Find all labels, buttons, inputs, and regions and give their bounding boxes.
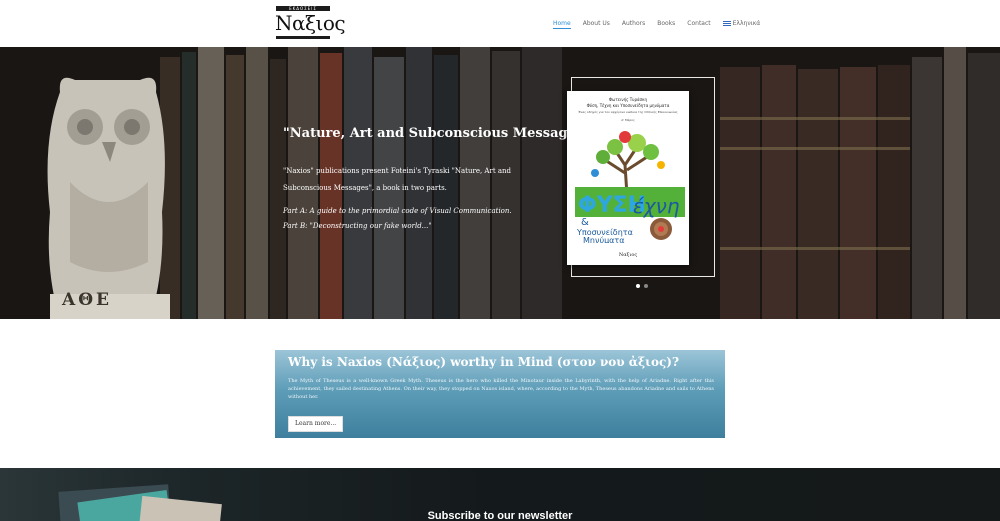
newsletter-section: Subscribe to our newsletter	[0, 468, 1000, 521]
book-cover-image[interactable]: Φωτεινής Τυράσκη Φύση, Τέχνη και Υποσυνε…	[567, 91, 689, 265]
cover-publisher: Ναξιος	[618, 252, 638, 258]
nav-authors[interactable]: Authors	[622, 19, 645, 29]
cover-word-minymata: Μηνύματα	[583, 235, 625, 243]
slider-dots	[636, 284, 648, 288]
hero-description: "Naxios" publications present Foteini's …	[283, 167, 512, 192]
slider-dot-1[interactable]	[636, 284, 640, 288]
nav-books[interactable]: Books	[657, 19, 675, 29]
cover-art: ΦΥΣΗ έχνη & Υποσυνείδητα Μηνύματα	[575, 125, 685, 243]
hero-slider: ΑΘΕ "Nature, Art and Subconscious Messag…	[0, 47, 1000, 319]
learn-more-button[interactable]: Learn more...	[288, 416, 344, 432]
nav-language-label: Ελληνικά	[732, 20, 761, 27]
greek-flag-icon	[722, 21, 731, 26]
hero-part-b: Part B: "Deconstructing our fake world..…	[283, 222, 432, 230]
nav-about-us[interactable]: About Us	[583, 19, 610, 29]
naxios-logo[interactable]: ΕΚΔΟΣΕΙΣ Ναξιος	[275, 6, 346, 40]
cover-subtitle: Ένας οδηγός για τον αρχέγονο κώδικα της …	[578, 110, 678, 114]
why-naxios-section: Why is Naxios (Νάξιος) worthy in Mind (σ…	[275, 350, 725, 438]
nav-language-greek[interactable]: Ελληνικά	[722, 19, 761, 29]
cover-word-techni: έχνη	[633, 194, 680, 218]
hero-parts: Part A: A guide to the primordial code o…	[283, 204, 543, 234]
hero-title: "Nature, Art and Subconscious Messages"	[283, 126, 590, 141]
cover-title: Φύση, Τέχνη και Υποσυνείδητα μηνύματα	[586, 103, 670, 108]
logo-wordmark: Ναξιος	[275, 11, 346, 35]
logo-bottom-band	[276, 36, 330, 39]
hero-part-a: Part A: A guide to the primordial code o…	[283, 207, 512, 215]
main-nav: Home About Us Authors Books Contact Ελλη…	[553, 19, 772, 29]
slider-dot-2[interactable]	[644, 284, 648, 288]
why-text: The Myth of Theseus is a well-known Gree…	[288, 378, 714, 400]
nav-contact[interactable]: Contact	[687, 19, 710, 29]
owl-statue-image	[47, 77, 170, 319]
site-header: ΕΚΔΟΣΕΙΣ Ναξιος Home About Us Authors Bo…	[0, 0, 1000, 47]
cover-part: Α' Μέρος	[621, 118, 635, 122]
cover-author: Φωτεινής Τυράσκη	[608, 97, 648, 102]
nav-home[interactable]: Home	[553, 19, 571, 29]
why-title: Why is Naxios (Νάξιος) worthy in Mind (σ…	[288, 355, 679, 369]
owl-inscription: ΑΘΕ	[62, 290, 112, 310]
newsletter-title: Subscribe to our newsletter	[427, 510, 573, 521]
cover-amp: &	[581, 217, 589, 228]
